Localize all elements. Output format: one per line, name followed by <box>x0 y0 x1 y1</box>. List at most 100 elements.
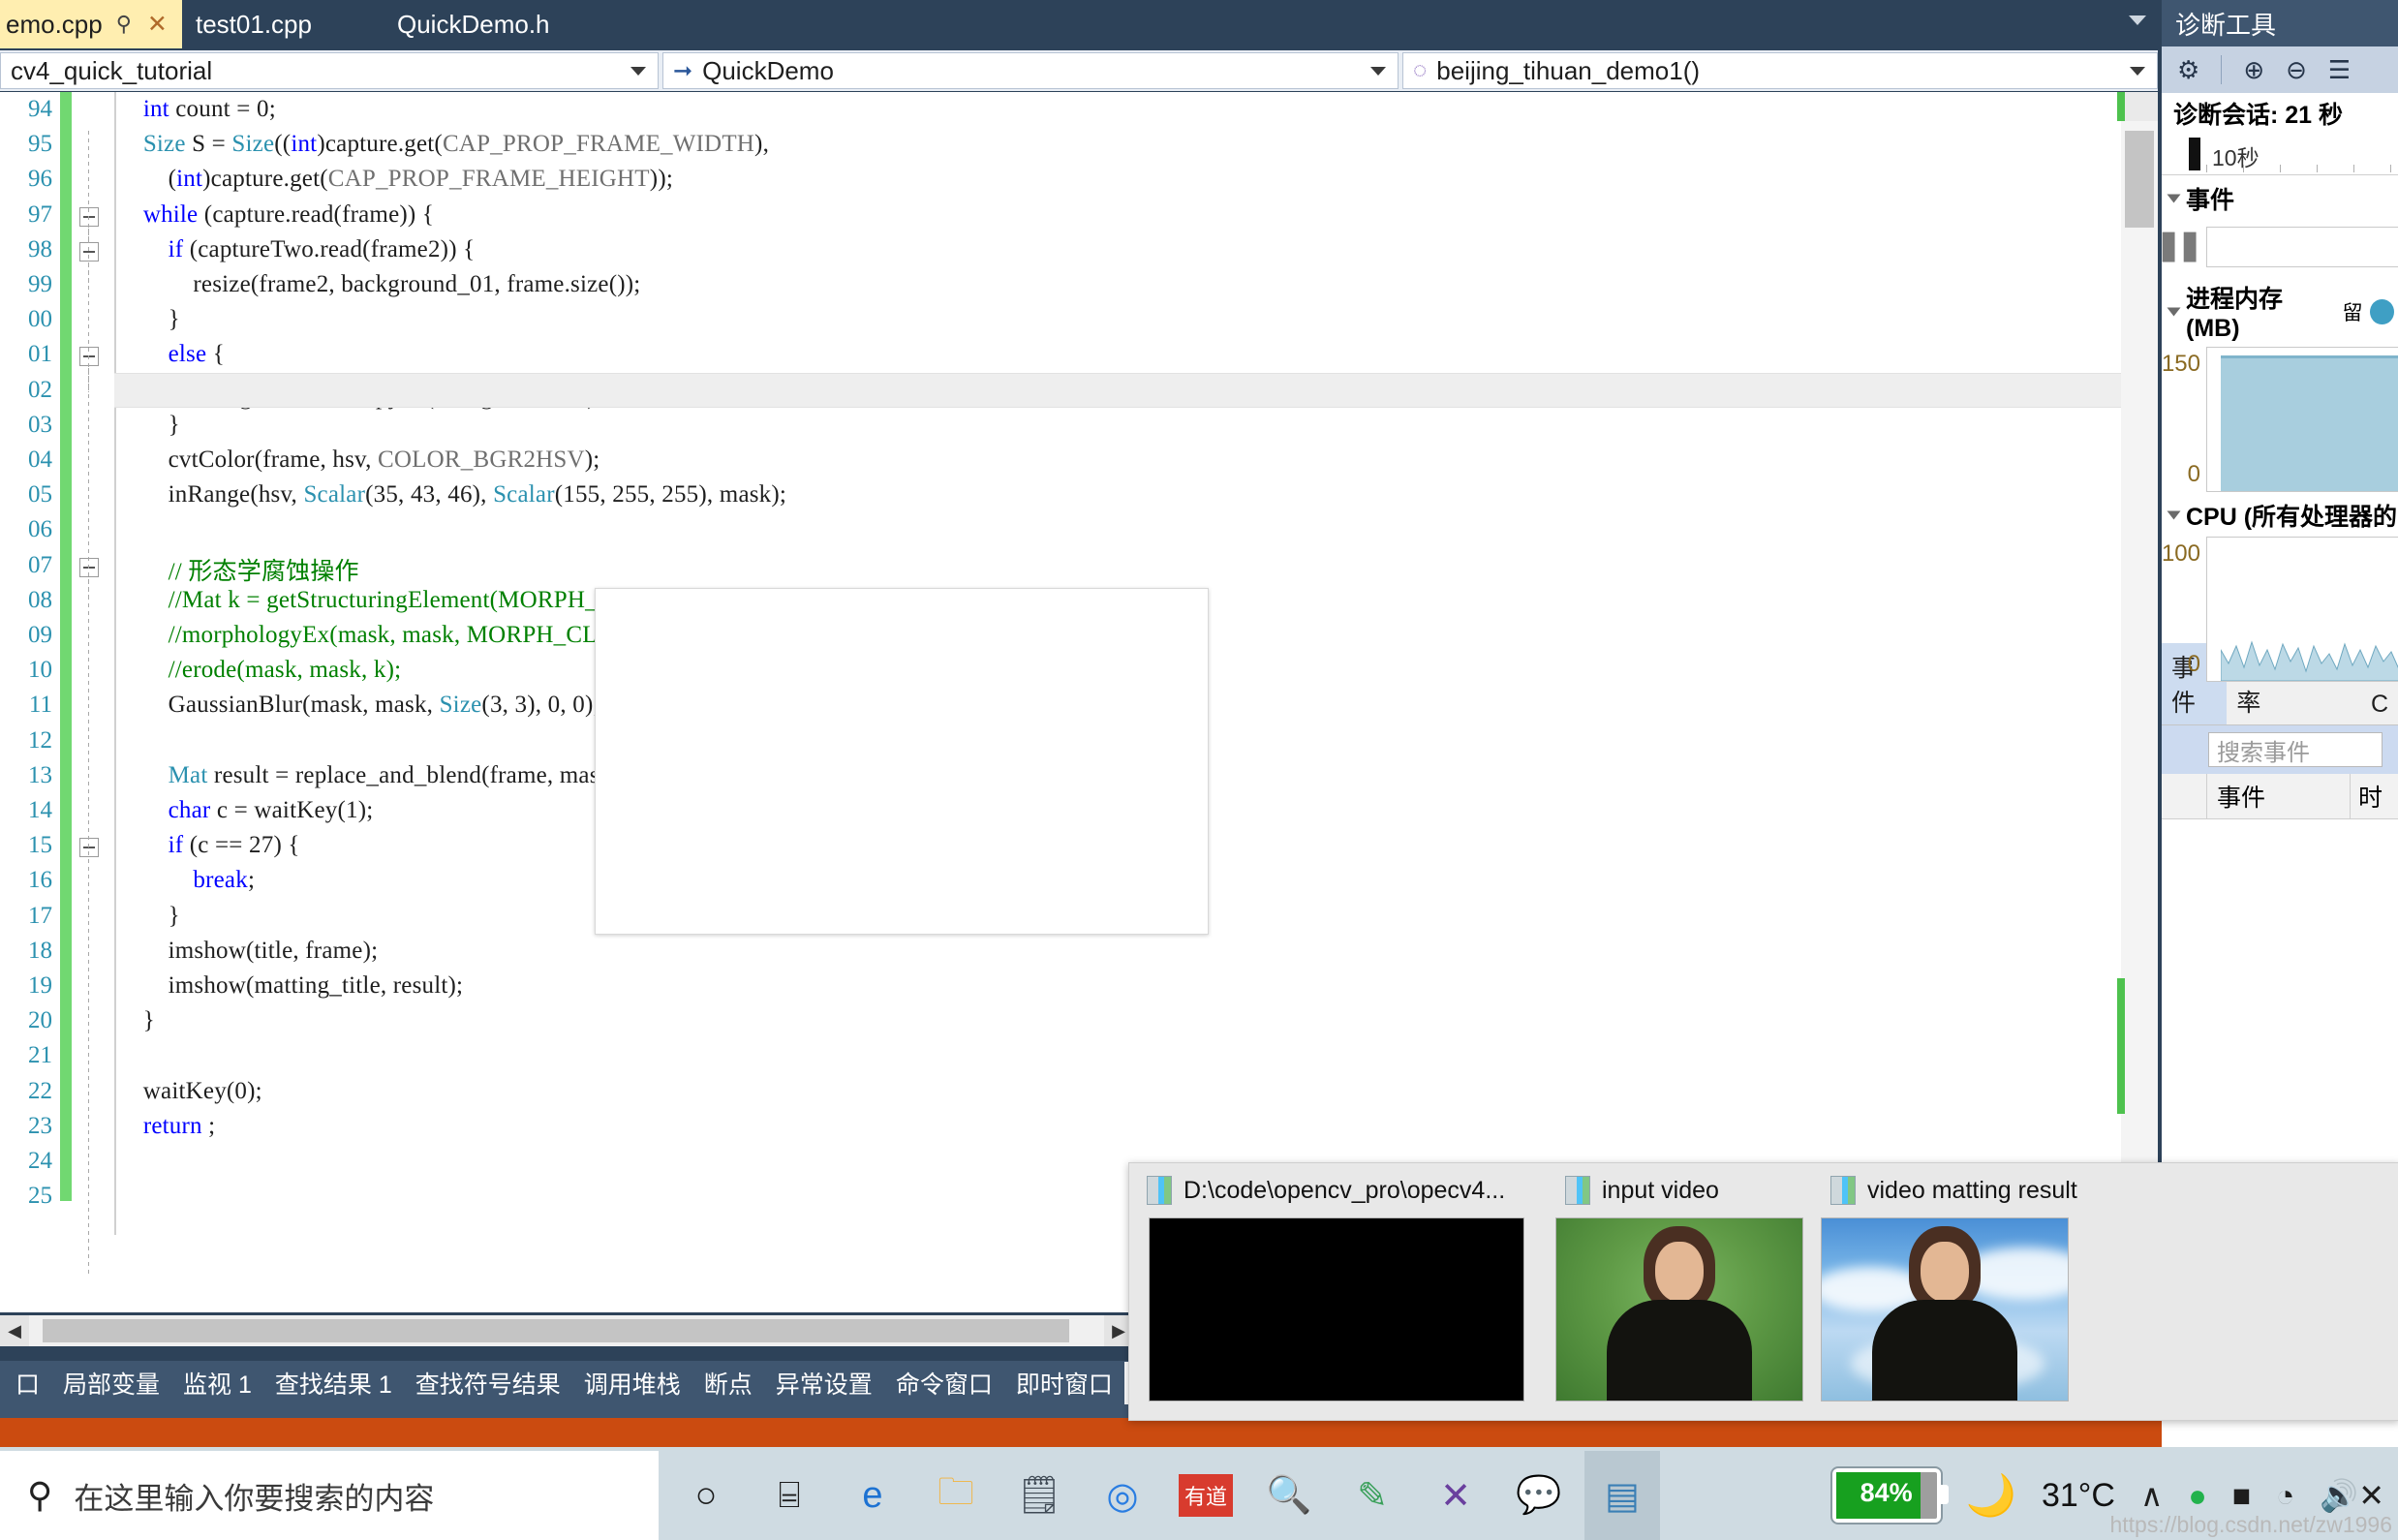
code-token: )capture.get( <box>317 131 443 158</box>
file-explorer-icon[interactable]: 🗀 <box>918 1451 994 1540</box>
opencv-window-0[interactable]: D:\code\opencv_pro\opecv4... <box>1137 1163 1536 1401</box>
cortana-icon[interactable]: ○ <box>668 1451 744 1540</box>
editor-vertical-scrollbar[interactable] <box>2121 92 2158 1312</box>
code-line[interactable]: } <box>118 306 180 333</box>
editor-tab-1[interactable]: test01.cpp <box>182 0 353 48</box>
code-line[interactable]: GaussianBlur(mask, mask, Size(3, 3), 0, … <box>118 692 600 719</box>
editor-tab-0[interactable]: emo.cpp ⚲ ✕ <box>0 0 182 48</box>
code-line[interactable]: int count = 0; <box>118 96 276 123</box>
code-line[interactable]: waitKey(0); <box>118 1078 262 1105</box>
scroll-up-button[interactable] <box>2121 92 2158 121</box>
zoom-out-icon[interactable]: ⊖ <box>2286 55 2307 85</box>
scrollbar-thumb[interactable] <box>43 1319 1069 1342</box>
opencv-window-1[interactable]: input video <box>1555 1163 1827 1401</box>
chevron-up-icon[interactable]: ∧ <box>2140 1477 2163 1514</box>
tool-window-tab[interactable]: 断点 <box>692 1362 764 1404</box>
moon-icon[interactable]: 🌙 <box>1966 1472 2016 1520</box>
opencv-window-icon[interactable]: ▤ <box>1584 1451 1660 1540</box>
tab-overflow-chevron-icon[interactable] <box>2129 15 2146 25</box>
battery-status-indicator[interactable]: 84% <box>1831 1468 1949 1523</box>
tool-window-tab[interactable]: 即时窗口 <box>1004 1362 1124 1404</box>
code-line[interactable]: inRange(hsv, Scalar(35, 43, 46), Scalar(… <box>118 481 786 508</box>
code-editor[interactable]: 94 95 96 97 98 99 00 01 02 03 04 05 06 07 08 09 10 11 12 13… <box>0 92 2158 1312</box>
scrollbar-thumb[interactable] <box>2125 131 2154 228</box>
code-line[interactable]: } <box>118 1007 155 1034</box>
chart-settings-icon[interactable]: ☰ <box>2328 55 2351 85</box>
fold-toggle-icon[interactable] <box>79 347 99 367</box>
code-line[interactable]: while (capture.read(frame)) { <box>118 201 434 229</box>
chrome-icon[interactable]: ◎ <box>1085 1451 1160 1540</box>
memory-snapshot-button[interactable] <box>2370 298 2394 324</box>
code-line[interactable]: } <box>118 412 180 439</box>
code-token: c = waitKey(1); <box>210 797 374 823</box>
wechat-icon[interactable]: 💬 <box>1501 1451 1577 1540</box>
code-line[interactable]: cvtColor(frame, hsv, COLOR_BGR2HSV); <box>118 447 600 474</box>
code-line[interactable]: if (c == 27) { <box>118 832 300 859</box>
gear-icon[interactable]: ⚙ <box>2177 55 2199 85</box>
method-icon: ◌ <box>1413 57 1428 83</box>
tool-window-tab[interactable]: 查找符号结果 <box>404 1362 572 1404</box>
tool-window-tab[interactable]: 口 <box>4 1362 51 1404</box>
project-dropdown[interactable]: cv4_quick_tutorial <box>0 52 659 89</box>
code-token: result = replace_and_blend(frame, mask); <box>207 761 628 788</box>
glyph-margin[interactable] <box>72 92 107 1312</box>
everything-search-icon-glyph: 🔍 <box>1266 1475 1312 1516</box>
taskbar-search-box[interactable]: ⚲ 在这里输入你要搜索的内容 <box>0 1451 659 1540</box>
pin-icon[interactable]: ⚲ <box>116 12 132 37</box>
events-track[interactable] <box>2206 227 2398 267</box>
editor-tab-2[interactable]: QuickDemo.h <box>353 0 637 48</box>
tool-window-tab[interactable]: 命令窗口 <box>884 1362 1004 1404</box>
wechat-tray-icon[interactable]: ● <box>2188 1478 2206 1514</box>
code-line[interactable]: imshow(matting_title, result); <box>118 972 463 1000</box>
fold-toggle-icon[interactable] <box>79 838 99 858</box>
code-line[interactable]: resize(frame2, background_01, frame.size… <box>118 271 640 298</box>
editor-horizontal-scrollbar[interactable]: ◀ ▶ <box>0 1315 1133 1346</box>
opencv-window-2[interactable]: video matting result <box>1821 1163 2102 1401</box>
youdao-icon[interactable]: 有道 <box>1168 1451 1244 1540</box>
tool-window-tab[interactable]: 查找结果 1 <box>263 1362 404 1404</box>
code-line[interactable]: //erode(mask, mask, k); <box>118 657 401 684</box>
tool-window-tab[interactable]: 调用堆栈 <box>572 1362 692 1404</box>
code-line[interactable]: else { <box>118 341 225 368</box>
member-dropdown[interactable]: ◌ beijing_tihuan_demo1() <box>1402 52 2158 89</box>
snipaste-icon[interactable]: ✎ <box>1335 1451 1410 1540</box>
wifi-icon[interactable]: ◔ <box>2276 1478 2294 1514</box>
zoom-in-icon[interactable]: ⊕ <box>2243 55 2264 85</box>
class-dropdown[interactable]: ➞ QuickDemo <box>662 52 1399 89</box>
code-line[interactable]: break; <box>118 867 255 894</box>
close-icon[interactable]: ✕ <box>147 10 168 39</box>
code-line[interactable]: imshow(title, frame); <box>118 938 378 965</box>
window-icon <box>1565 1176 1590 1205</box>
diagnostic-timeline-ruler[interactable]: 10秒 <box>2162 134 2398 175</box>
visual-studio-icon[interactable]: ✕ <box>1418 1451 1493 1540</box>
fold-toggle-icon[interactable] <box>79 206 99 227</box>
code-line[interactable]: Size S = Size((int)capture.get(CAP_PROP_… <box>118 131 769 158</box>
diagnostic-tab[interactable]: C <box>2361 685 2398 724</box>
battery-tray-icon[interactable]: ■ <box>2232 1478 2251 1514</box>
volume-muted-icon[interactable]: 🔊✕ <box>2320 1477 2384 1514</box>
cpu-axis-max: 100 <box>2161 540 2200 567</box>
fold-toggle-icon[interactable] <box>79 241 99 262</box>
code-line[interactable]: Mat result = replace_and_blend(frame, ma… <box>118 762 627 789</box>
cpu-section-header[interactable]: CPU (所有处理器的 <box>2162 492 2398 537</box>
sticky-notes-icon[interactable]: 🗒 <box>1001 1451 1077 1540</box>
code-line[interactable]: } <box>118 903 180 930</box>
code-line[interactable]: // 形态学腐蚀操作 <box>118 552 359 587</box>
task-view-icon[interactable]: ⌸ <box>752 1451 827 1540</box>
edge-icon[interactable]: e <box>835 1451 910 1540</box>
events-section-header[interactable]: 事件 <box>2162 175 2398 220</box>
tool-window-tab[interactable]: 监视 1 <box>171 1362 263 1404</box>
tool-window-tab[interactable]: 异常设置 <box>764 1362 884 1404</box>
code-line[interactable]: if (captureTwo.read(frame2)) { <box>118 236 476 263</box>
fold-toggle-icon[interactable] <box>79 557 99 577</box>
line-number: 25 <box>28 1183 52 1210</box>
arrow-member-icon: ➞ <box>673 57 693 84</box>
memory-section-header[interactable]: 进程内存 (MB) 留 <box>2162 274 2398 347</box>
search-events-input[interactable]: 搜索事件 <box>2208 732 2383 767</box>
code-line[interactable]: char c = waitKey(1); <box>118 797 374 824</box>
scroll-left-button[interactable]: ◀ <box>0 1315 29 1346</box>
everything-search-icon[interactable]: 🔍 <box>1251 1451 1327 1540</box>
code-line[interactable]: (int)capture.get(CAP_PROP_FRAME_HEIGHT))… <box>118 166 673 193</box>
tool-window-tab[interactable]: 局部变量 <box>51 1362 171 1404</box>
code-line[interactable]: return ; <box>118 1113 215 1140</box>
